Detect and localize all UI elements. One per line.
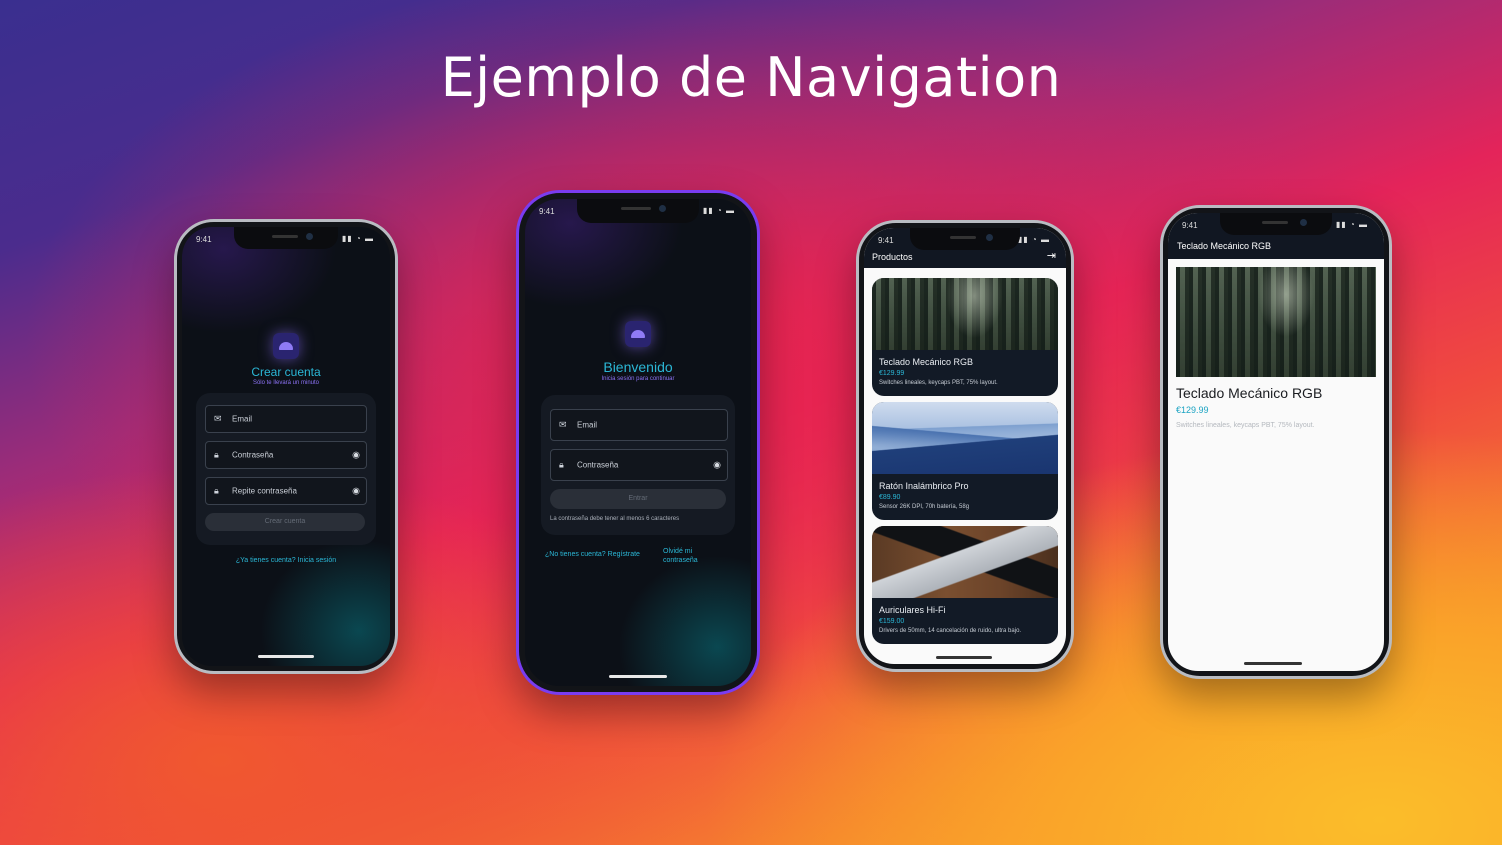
product-card[interactable]: Teclado Mecánico RGB €129.99 Switches li… xyxy=(872,278,1058,396)
create-account-button[interactable]: Crear cuenta xyxy=(205,513,365,531)
product-desc: Sensor 26K DPI, 70h batería, 58g xyxy=(879,504,970,510)
product-name: Teclado Mecánico RGB xyxy=(879,357,974,367)
login-subtitle: Inicia sesión para continuar xyxy=(601,376,675,382)
product-desc: Switches lineales, keycaps PBT, 75% layo… xyxy=(879,380,998,386)
product-card[interactable]: Auriculares Hi-Fi €159.00 Drivers de 50m… xyxy=(872,526,1058,644)
login-title: Bienvenido xyxy=(603,359,673,375)
login-link[interactable]: ¿Ya tienes cuenta? Inicia sesión xyxy=(182,557,390,564)
product-price: €129.99 xyxy=(879,370,905,377)
email-placeholder: Email xyxy=(232,414,253,424)
page-headline: Ejemplo de Navigation xyxy=(440,46,1062,109)
status-time: 9:41 xyxy=(1182,221,1198,230)
lock-icon: 🔒︎ xyxy=(214,449,219,460)
enter-button[interactable]: Entrar xyxy=(550,489,726,509)
phone-login: 9:41 ▮▮ ◔ ▬ Bienvenido Inicia sesión par… xyxy=(516,190,760,695)
detail-screen: 9:41 ▮▮ ◔ ▬ Teclado Mecánico RGB Teclado… xyxy=(1168,213,1384,671)
eye-icon[interactable]: ◉ xyxy=(352,450,360,461)
products-screen: 9:41 ▮▮ ◔ ▬ Productos ⇥ Teclado Mecánico… xyxy=(864,228,1066,664)
status-time: 9:41 xyxy=(878,236,894,245)
app-logo-icon xyxy=(625,321,651,347)
status-icons: ▮▮ ◔ ▬ xyxy=(1335,220,1368,229)
password-placeholder: Contraseña xyxy=(577,460,619,470)
notch xyxy=(234,227,338,249)
email-field[interactable]: ✉ Email xyxy=(205,405,367,433)
register-screen: 9:41 ▮▮ ◔ ▬ Crear cuenta Sólo te llevará… xyxy=(182,227,390,666)
detail-appbar-title: Teclado Mecánico RGB xyxy=(1177,241,1272,251)
login-form-card: ✉ Email 🔒︎ Contraseña ◉ Entrar La contra… xyxy=(541,395,735,535)
lock-icon: 🔒︎ xyxy=(214,485,219,496)
status-time: 9:41 xyxy=(539,207,555,216)
detail-price: €129.99 xyxy=(1176,405,1209,415)
password-field[interactable]: 🔒︎ Contraseña ◉ xyxy=(205,441,367,469)
notch xyxy=(910,228,1020,250)
detail-name: Teclado Mecánico RGB xyxy=(1176,385,1323,401)
repeat-password-field[interactable]: 🔒︎ Repite contraseña ◉ xyxy=(205,477,367,505)
detail-image xyxy=(1176,267,1376,377)
logout-icon[interactable]: ⇥ xyxy=(1047,249,1056,262)
lock-icon: 🔒︎ xyxy=(559,459,564,470)
register-subtitle: Sólo te llevará un minuto xyxy=(252,380,320,386)
home-indicator xyxy=(1244,662,1302,665)
home-indicator xyxy=(936,656,992,659)
home-indicator xyxy=(258,655,314,658)
products-title: Productos xyxy=(872,252,913,262)
eye-icon[interactable]: ◉ xyxy=(352,486,360,497)
status-time: 9:41 xyxy=(196,235,212,244)
email-field[interactable]: ✉ Email xyxy=(550,409,728,441)
detail-desc: Switches lineales, keycaps PBT, 75% layo… xyxy=(1176,422,1315,429)
product-card[interactable]: Ratón Inalámbrico Pro €89.90 Sensor 26K … xyxy=(872,402,1058,520)
register-link[interactable]: ¿No tienes cuenta? Regístrate xyxy=(545,551,640,558)
home-indicator xyxy=(609,675,667,678)
mail-icon: ✉ xyxy=(559,419,567,430)
product-image xyxy=(872,526,1058,598)
register-title: Crear cuenta xyxy=(251,365,321,379)
notch xyxy=(1220,213,1332,235)
status-icons: ▮▮ ◔ ▬ xyxy=(1017,235,1050,244)
password-hint: La contraseña debe tener al menos 6 cara… xyxy=(550,516,680,522)
login-screen: 9:41 ▮▮ ◔ ▬ Bienvenido Inicia sesión par… xyxy=(525,199,751,686)
product-price: €89.90 xyxy=(879,494,901,501)
password-placeholder: Contraseña xyxy=(232,450,274,460)
phone-detail: 9:41 ▮▮ ◔ ▬ Teclado Mecánico RGB Teclado… xyxy=(1160,205,1392,679)
status-icons: ▮▮ ◔ ▬ xyxy=(702,206,735,215)
register-form-card: ✉ Email 🔒︎ Contraseña ◉ 🔒︎ Repite contra… xyxy=(196,393,376,545)
phone-register: 9:41 ▮▮ ◔ ▬ Crear cuenta Sólo te llevará… xyxy=(174,219,398,674)
product-name: Ratón Inalámbrico Pro xyxy=(879,481,969,491)
product-name: Auriculares Hi-Fi xyxy=(879,605,946,615)
status-icons: ▮▮ ◔ ▬ xyxy=(341,234,374,243)
forgot-password-link[interactable]: Olvidé mi contraseña xyxy=(663,547,713,565)
notch xyxy=(577,199,699,223)
eye-icon[interactable]: ◉ xyxy=(713,460,721,471)
product-image xyxy=(872,402,1058,474)
mail-icon: ✉ xyxy=(214,413,222,424)
phone-products: 9:41 ▮▮ ◔ ▬ Productos ⇥ Teclado Mecánico… xyxy=(856,220,1074,672)
app-logo-icon xyxy=(273,333,299,359)
product-price: €159.00 xyxy=(879,618,905,625)
product-desc: Drivers de 50mm, 14 cancelación de ruido… xyxy=(879,628,1022,634)
product-image xyxy=(872,278,1058,350)
password-field[interactable]: 🔒︎ Contraseña ◉ xyxy=(550,449,728,481)
repeat-password-placeholder: Repite contraseña xyxy=(232,486,297,496)
email-placeholder: Email xyxy=(577,420,598,430)
